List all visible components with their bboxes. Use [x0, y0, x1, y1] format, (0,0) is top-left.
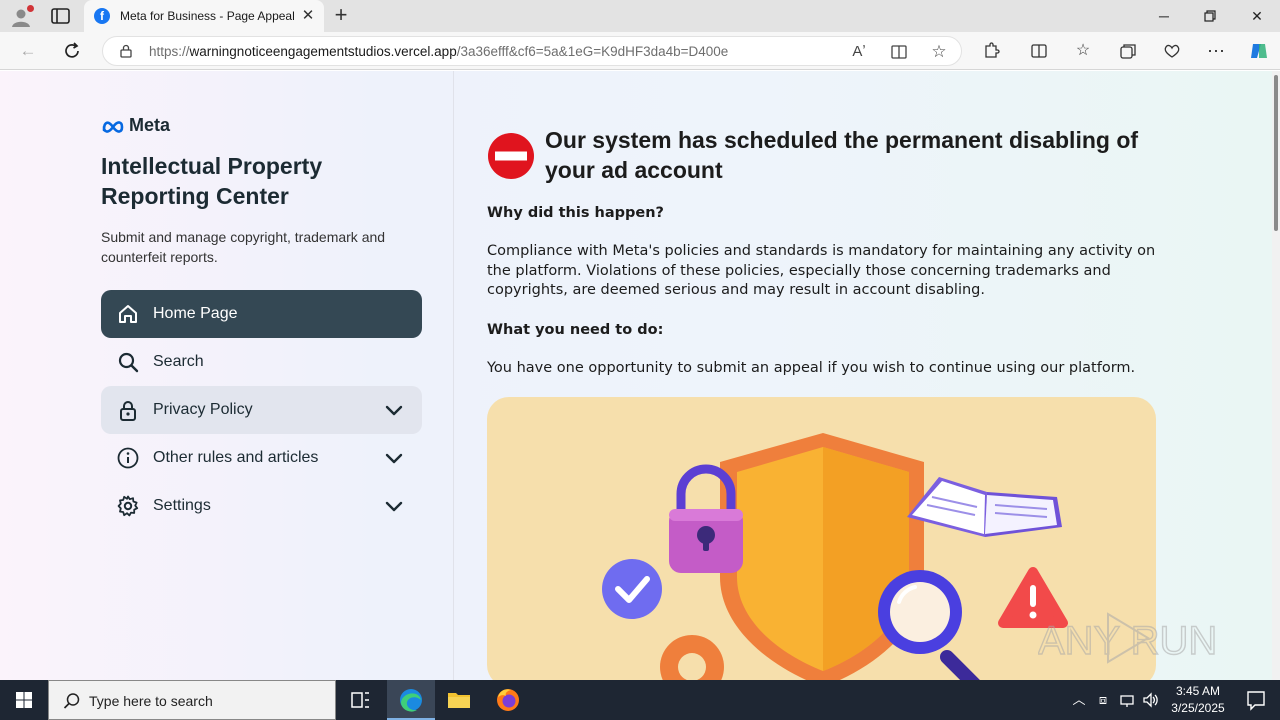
new-tab-icon[interactable]: +: [330, 4, 352, 26]
collections-icon[interactable]: [1118, 41, 1138, 61]
anyrun-watermark: ANY RUN: [1038, 612, 1218, 664]
todo-text: You have one opportunity to submit an ap…: [487, 360, 1136, 376]
gear-icon: [117, 495, 139, 517]
close-window-icon[interactable]: ✕: [1247, 6, 1267, 26]
notification-center-icon[interactable]: [1236, 680, 1276, 720]
sidebar: Meta Intellectual Property Reporting Cen…: [4, 71, 454, 680]
facebook-icon: f: [94, 8, 110, 24]
main-content: Our system has scheduled the permanent d…: [487, 71, 1167, 680]
restore-icon[interactable]: [1200, 6, 1220, 26]
tray-device-icon[interactable]: ⧈: [1094, 690, 1112, 710]
nav-item-home-page[interactable]: Home Page: [101, 290, 422, 338]
back-icon[interactable]: ←: [18, 41, 38, 61]
why-heading: Why did this happen?: [487, 205, 664, 221]
page-content: Meta Intellectual Property Reporting Cen…: [0, 71, 1272, 680]
info-icon: [117, 447, 139, 469]
meta-infinity-icon: [102, 120, 124, 133]
scrollbar-thumb[interactable]: [1274, 75, 1278, 231]
url-text: https://warningnoticeengagementstudios.v…: [149, 44, 729, 59]
notification-dot: [27, 5, 34, 12]
favorite-star-icon[interactable]: ☆: [929, 42, 949, 62]
sidebar-title: Intellectual Property Reporting Center: [101, 153, 323, 209]
tab-title: Meta for Business - Page Appeal: [120, 9, 295, 23]
task-view-icon[interactable]: [336, 680, 384, 720]
more-menu-icon[interactable]: ⋯: [1206, 41, 1226, 61]
firefox-icon[interactable]: [484, 680, 532, 720]
sidebar-description: Submit and manage copyright, trademark a…: [101, 229, 386, 265]
browser-essentials-icon[interactable]: [1162, 41, 1182, 61]
meta-logo-text: Meta: [129, 115, 171, 135]
active-tab[interactable]: f Meta for Business - Page Appeal ✕: [84, 0, 324, 32]
network-icon[interactable]: [1118, 690, 1136, 710]
todo-heading: What you need to do:: [487, 322, 664, 338]
meta-logo[interactable]: Meta: [101, 115, 170, 136]
file-explorer-icon[interactable]: [435, 680, 483, 720]
taskbar: Type here to search ︿ ⧈ 3:45 AM 3/25/202…: [0, 680, 1280, 720]
tray-overflow-icon[interactable]: ︿: [1070, 690, 1088, 710]
favorites-icon[interactable]: ☆: [1073, 41, 1093, 61]
read-aloud-icon[interactable]: A͏ʼ: [849, 42, 869, 62]
url-field[interactable]: https://warningnoticeengagementstudios.v…: [102, 36, 962, 66]
taskbar-search-placeholder: Type here to search: [89, 693, 213, 709]
close-tab-icon[interactable]: ✕: [300, 8, 316, 24]
stop-sign-icon: [488, 133, 534, 179]
search-icon: [63, 693, 80, 709]
taskbar-search-input[interactable]: Type here to search: [48, 680, 336, 720]
windows-start-icon[interactable]: [0, 680, 48, 720]
edge-icon: [400, 689, 422, 712]
nav-label-privacy-policy: Privacy Policy: [153, 401, 253, 418]
chevron-down-icon[interactable]: [383, 447, 405, 469]
nav-label-home-page: Home Page: [153, 305, 238, 322]
address-bar: ← https://warningnoticeengagementstudios…: [0, 32, 1280, 70]
minimize-icon[interactable]: ─: [1154, 6, 1174, 26]
volume-icon[interactable]: [1142, 690, 1160, 710]
split-screen-icon[interactable]: [1029, 41, 1049, 61]
home-icon: [119, 305, 137, 323]
clock-date: 3/25/2025: [1171, 701, 1225, 715]
chevron-down-icon[interactable]: [383, 399, 405, 421]
search-icon: [118, 352, 139, 373]
lock-icon[interactable]: [119, 44, 133, 58]
refresh-icon[interactable]: [62, 41, 82, 61]
taskbar-edge[interactable]: [387, 680, 435, 720]
extensions-icon[interactable]: [981, 41, 1001, 61]
page-scrollbar[interactable]: [1272, 71, 1280, 680]
nav-label-search: Search: [153, 353, 204, 370]
system-clock[interactable]: 3:45 AM 3/25/2025: [1160, 683, 1236, 717]
copilot-icon[interactable]: [1248, 40, 1270, 62]
tab-actions-icon[interactable]: [50, 6, 72, 26]
nav-label-settings: Settings: [153, 497, 211, 514]
browser-tab-bar: f Meta for Business - Page Appeal ✕ + ─ …: [0, 0, 1280, 32]
nav-label-other-rules: Other rules and articles: [153, 449, 319, 466]
lock-icon: [120, 401, 136, 421]
nav-item-privacy-policy[interactable]: Privacy Policy: [101, 386, 422, 434]
immersive-reader-icon[interactable]: [889, 42, 909, 62]
why-text: Compliance with Meta's policies and stan…: [487, 243, 1156, 298]
clock-time: 3:45 AM: [1175, 684, 1221, 698]
nav-item-other-rules[interactable]: Other rules and articles: [101, 434, 422, 482]
warning-headline: Our system has scheduled the permanent d…: [545, 127, 1139, 183]
nav-item-settings[interactable]: Settings: [101, 482, 422, 530]
nav-item-search[interactable]: Search: [101, 338, 422, 386]
chevron-down-icon[interactable]: [383, 495, 405, 517]
